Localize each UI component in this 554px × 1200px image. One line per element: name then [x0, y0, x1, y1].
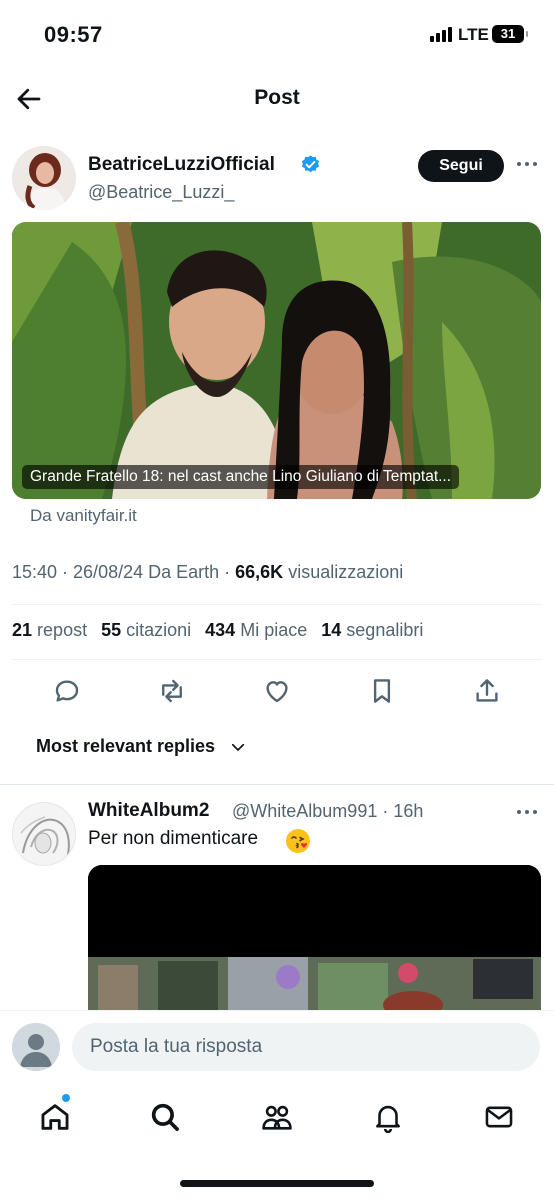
- status-bar: 09:57 LTE 31: [0, 0, 554, 70]
- reply-text: Per non dimenticare: [88, 828, 259, 849]
- divider: [0, 784, 554, 785]
- divider: [12, 604, 542, 605]
- chevron-down-icon: [232, 743, 245, 751]
- divider: [12, 659, 542, 660]
- reply-icon[interactable]: [52, 676, 82, 706]
- bookmarks-stat[interactable]: 14 segnalibri: [321, 620, 423, 641]
- quotes-label: citazioni: [126, 620, 192, 640]
- top-nav: Post: [0, 70, 554, 128]
- reposts-stat[interactable]: 21 repost: [12, 620, 87, 641]
- reposts-label: repost: [37, 620, 88, 640]
- likes-count: 434: [205, 620, 236, 640]
- reposts-count: 21: [12, 620, 33, 640]
- views-label: visualizzazioni: [283, 562, 404, 582]
- communities-icon[interactable]: [260, 1100, 294, 1134]
- notification-dot: [62, 1094, 70, 1102]
- link-preview-image: [12, 222, 541, 499]
- search-icon[interactable]: [148, 1100, 182, 1134]
- user-avatar[interactable]: [12, 1023, 60, 1071]
- bookmarks-label: segnalibri: [346, 620, 424, 640]
- author-name[interactable]: BeatriceLuzziOfficial: [88, 154, 275, 176]
- signal-icon: [430, 27, 452, 42]
- reply-avatar[interactable]: [12, 802, 76, 866]
- notifications-icon[interactable]: [371, 1100, 405, 1134]
- bottom-tab-bar: [0, 1084, 554, 1154]
- status-time: 09:57: [44, 22, 103, 47]
- replies-sort-label: Most relevant replies: [36, 736, 216, 756]
- page-title: Post: [254, 86, 300, 109]
- views-count: 66,6K: [235, 562, 284, 582]
- likes-stat[interactable]: 434 Mi piace: [205, 620, 307, 641]
- post-meta: 15:40 · 26/08/24 Da Earth · 66,6K visual…: [12, 562, 403, 583]
- link-preview-card[interactable]: Grande Fratello 18: nel cast anche Lino …: [12, 222, 541, 499]
- post-stats: 21 repost 55 citazioni 434 Mi piace 14 s…: [12, 620, 423, 641]
- network-type: LTE: [458, 25, 489, 44]
- messages-icon[interactable]: [482, 1100, 516, 1134]
- author-avatar[interactable]: [12, 146, 76, 210]
- heart-icon[interactable]: [262, 676, 292, 706]
- verified-badge-icon: [301, 155, 319, 173]
- reply-compose-bar: [0, 1010, 554, 1084]
- repost-icon[interactable]: [157, 676, 187, 706]
- post-timestamp: 15:40 · 26/08/24 Da Earth ·: [12, 562, 236, 582]
- battery-icon: 31: [492, 25, 528, 43]
- reply-media[interactable]: [88, 865, 541, 1025]
- replies-sort-dropdown[interactable]: Most relevant replies: [36, 736, 247, 757]
- reply-author-name[interactable]: WhiteAlbum2: [88, 800, 209, 822]
- kiss-emoji-icon: [286, 829, 310, 853]
- home-indicator: [180, 1180, 374, 1187]
- more-horizontal-icon[interactable]: [515, 156, 539, 172]
- bookmark-icon[interactable]: [367, 676, 397, 706]
- reply-item[interactable]: WhiteAlbum2 @WhiteAlbum991 · 16h Per non…: [0, 796, 554, 1025]
- reply-author-handle[interactable]: @WhiteAlbum991 · 16h: [232, 801, 423, 822]
- likes-label: Mi piace: [240, 620, 308, 640]
- author-handle[interactable]: @Beatrice_Luzzi_: [88, 182, 234, 203]
- link-source[interactable]: Da vanityfair.it: [30, 506, 137, 526]
- reply-media-image: [88, 865, 541, 1025]
- share-icon[interactable]: [472, 676, 502, 706]
- reply-input[interactable]: [72, 1023, 540, 1071]
- link-card-caption: Grande Fratello 18: nel cast anche Lino …: [22, 465, 460, 489]
- post-author: BeatriceLuzziOfficial @Beatrice_Luzzi_ S…: [0, 146, 554, 216]
- more-horizontal-icon[interactable]: [515, 804, 539, 820]
- post-actions: [0, 672, 554, 712]
- follow-button[interactable]: Segui: [418, 150, 504, 182]
- quotes-stat[interactable]: 55 citazioni: [101, 620, 191, 641]
- bookmarks-count: 14: [321, 620, 342, 640]
- quotes-count: 55: [101, 620, 122, 640]
- home-icon[interactable]: [38, 1100, 72, 1134]
